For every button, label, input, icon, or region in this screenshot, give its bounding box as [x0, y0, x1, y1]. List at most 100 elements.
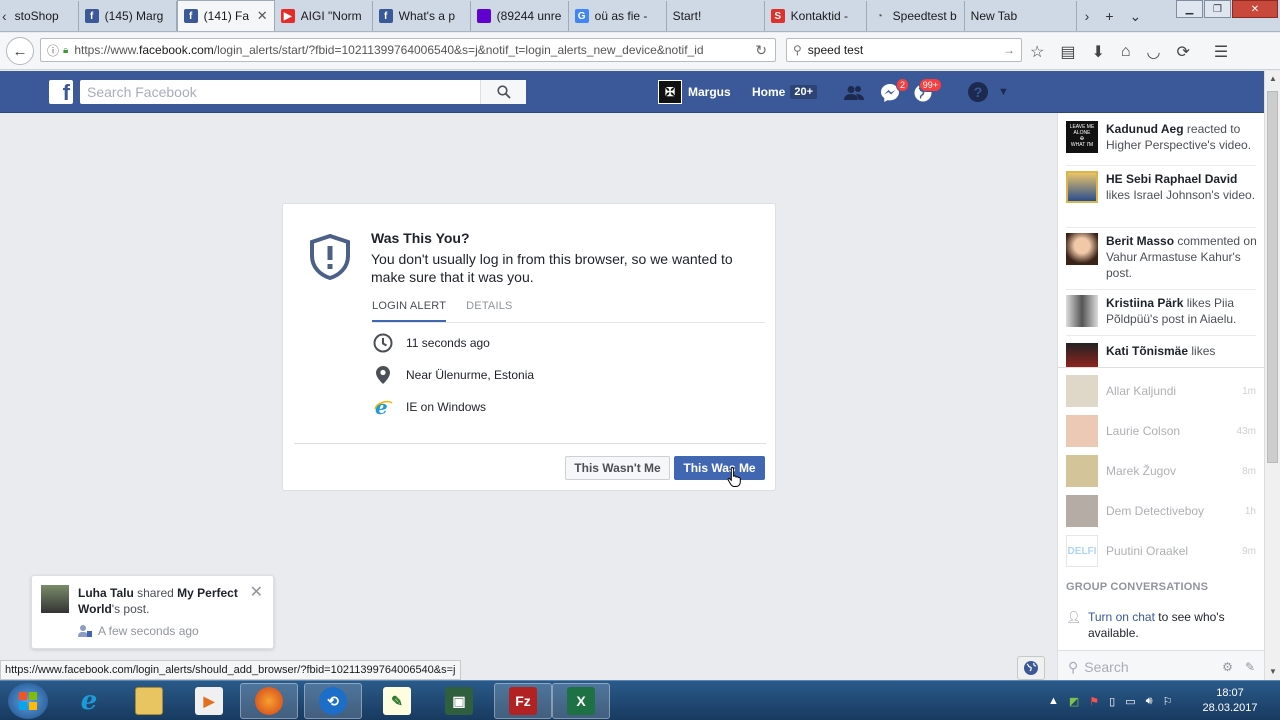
window-close-button[interactable]: ✕	[1232, 0, 1278, 18]
notification-toast[interactable]: Luha Talu shared My Perfect World's post…	[31, 575, 274, 649]
group-conversations-header: GROUP CONVERSATIONS	[1066, 581, 1209, 593]
taskbar-filezilla-icon[interactable]: Fz	[494, 683, 552, 719]
taskbar-monitor-icon[interactable]: ▣	[430, 683, 488, 719]
chat-contact[interactable]: DELFI Puutini Oraakel 9m	[1066, 535, 1256, 567]
tray-security-icon[interactable]: ⚑	[1089, 695, 1099, 708]
reload-icon[interactable]: ↻	[755, 42, 767, 59]
chat-search-input[interactable]: Search	[1084, 659, 1128, 675]
help-icon[interactable]: ?	[968, 82, 988, 102]
alert-location: Near Ülenurme, Estonia	[406, 368, 535, 382]
new-tab-button[interactable]: +	[1105, 8, 1113, 24]
back-button[interactable]: ←	[6, 37, 34, 65]
browser-tab[interactable]: Start!	[667, 1, 765, 31]
divider	[1066, 227, 1256, 228]
globe-icon[interactable]	[1017, 656, 1045, 680]
scroll-down-arrow-icon[interactable]: ▼	[1269, 667, 1277, 676]
turn-on-chat-link[interactable]: Turn on chat	[1088, 610, 1155, 624]
page-scrollbar[interactable]: ▲ ▼	[1264, 71, 1280, 683]
scroll-up-arrow-icon[interactable]: ▲	[1269, 74, 1277, 83]
chat-contact[interactable]: Dem Detectiveboy 1h	[1066, 495, 1256, 527]
taskbar-firefox-icon[interactable]	[240, 683, 298, 719]
tab-scroll-left-button[interactable]: ‹	[0, 1, 9, 31]
tab-details[interactable]: DETAILS	[466, 300, 512, 323]
browser-tab[interactable]: (89244 unre	[471, 1, 569, 31]
contact-name: Puutini Oraakel	[1106, 544, 1189, 558]
tray-expand-icon[interactable]: ▲	[1048, 695, 1059, 707]
browser-tab[interactable]: f What's a p	[373, 1, 471, 31]
browser-tab[interactable]: ▶ AIGI "Norm	[275, 1, 373, 31]
browser-tab[interactable]: stoShop	[9, 1, 79, 31]
browser-tab[interactable]: Goü as fie -	[569, 1, 667, 31]
info-icon[interactable]: ⓘ	[47, 42, 59, 59]
bookmark-star-icon[interactable]: ☆	[1030, 42, 1044, 62]
search-icon[interactable]	[480, 80, 526, 104]
account-caret-icon[interactable]: ▼	[998, 86, 1009, 98]
ticker-item[interactable]: HE Sebi Raphael David likes Israel Johns…	[1066, 171, 1262, 203]
taskbar-explorer-icon[interactable]	[120, 683, 178, 719]
tray-app-icon[interactable]: ◩	[1069, 695, 1079, 708]
tray-flag-icon[interactable]: ⚐	[1163, 695, 1173, 708]
person-icon: 👤︎	[1066, 610, 1082, 624]
browser-tab[interactable]: f (145) Marg	[79, 1, 177, 31]
notifications-globe-icon[interactable]: 99+	[912, 78, 942, 104]
compose-icon[interactable]: ✎	[1245, 660, 1255, 674]
this-wasnt-me-button[interactable]: This Wasn't Me	[565, 456, 670, 480]
browser-tab[interactable]: ◔ Speedtest b	[867, 1, 965, 31]
ticker-item[interactable]: Kati Tõnismäe likes	[1066, 343, 1262, 367]
pocket-icon[interactable]: ◡	[1147, 42, 1161, 62]
url-bar[interactable]: ⓘ 🔒︎ https://www.facebook.com/login_aler…	[40, 38, 776, 62]
facebook-logo-icon[interactable]: f	[49, 80, 73, 104]
chat-search[interactable]: ⚲ Search ⚙ ✎	[1058, 650, 1265, 683]
start-button[interactable]	[8, 683, 48, 719]
close-icon[interactable]: ✕	[250, 582, 263, 602]
chat-contact[interactable]: Marek Žugov 8m	[1066, 455, 1256, 487]
ticker-item[interactable]: Kristiina Pärk likes Piia Põldpüü's post…	[1066, 295, 1262, 327]
toast-time: A few seconds ago	[98, 624, 199, 638]
restore-button[interactable]: ❐	[1204, 0, 1231, 18]
tray-clipboard-icon[interactable]: ▯	[1109, 695, 1115, 708]
ticker-item[interactable]: Berit Masso commented on Vahur Armastuse…	[1066, 233, 1262, 281]
messages-icon[interactable]: 2	[879, 78, 909, 104]
close-tab-icon[interactable]: ✕	[251, 8, 268, 24]
browser-search-box[interactable]: ⚲ speed test →	[786, 38, 1022, 62]
taskbar-app-icon[interactable]: ⟲	[304, 683, 362, 719]
taskbar-ie-icon[interactable]: e	[60, 683, 118, 719]
profile-link[interactable]: ✠ Margus	[658, 80, 731, 104]
downloads-icon[interactable]: ⬇	[1091, 42, 1104, 62]
contact-time: 1h	[1244, 505, 1256, 517]
ticker-action: likes Israel Johnson's video.	[1106, 188, 1256, 202]
taskbar-clock[interactable]: 18:07 28.03.2017	[1196, 686, 1264, 716]
tab-scroll-right-button[interactable]: ›	[1085, 8, 1090, 24]
home-icon[interactable]: ⌂	[1121, 43, 1131, 61]
browser-navbar: ← ⓘ 🔒︎ https://www.facebook.com/login_al…	[0, 33, 1280, 70]
chat-contact[interactable]: Allar Kaljundi 1m	[1066, 375, 1256, 407]
chat-contact[interactable]: Laurie Colson 43m	[1066, 415, 1256, 447]
gear-icon[interactable]: ⚙	[1222, 660, 1233, 674]
avatar: ✠	[658, 80, 682, 104]
home-link[interactable]: Home 20+	[752, 85, 818, 99]
facebook-search[interactable]: Search Facebook	[80, 80, 526, 104]
scrollbar-thumb[interactable]	[1267, 91, 1278, 463]
tray-network-icon[interactable]: ▭	[1125, 695, 1135, 708]
reading-list-icon[interactable]: ▤	[1060, 42, 1075, 62]
browser-tab[interactable]: New Tab	[965, 1, 1077, 31]
sync-icon[interactable]: ⟳	[1177, 42, 1190, 62]
this-was-me-button[interactable]: This Was Me	[674, 456, 765, 480]
search-go-icon[interactable]: →	[1003, 43, 1015, 57]
taskbar-notepad-icon[interactable]: ✎	[368, 683, 426, 719]
alert-location-row: Near Ülenurme, Estonia	[372, 364, 534, 386]
tray-volume-icon[interactable]: 🔊︎	[1146, 695, 1153, 708]
taskbar-excel-icon[interactable]: X	[552, 683, 610, 719]
facebook-header: f Search Facebook ✠ Margus Home 20+ 2 99…	[0, 71, 1264, 113]
avatar	[1066, 171, 1098, 203]
friend-requests-icon[interactable]	[843, 82, 865, 104]
ticker-item[interactable]: LEAVE ME ALONE ✠ WHAT I'M Kadunud Aeg react…	[1066, 121, 1262, 153]
browser-tab[interactable]: S Kontaktid -	[765, 1, 867, 31]
tab-login-alert[interactable]: LOGIN ALERT	[372, 300, 447, 323]
minimize-button[interactable]: ▁	[1176, 0, 1203, 18]
browser-tab[interactable]: f (141) Fa ✕	[176, 0, 275, 31]
tab-list-button[interactable]: ⌄	[1130, 8, 1142, 25]
menu-icon[interactable]: ☰	[1214, 42, 1228, 62]
facebook-search-input[interactable]: Search Facebook	[80, 84, 480, 100]
taskbar-media-player-icon[interactable]: ▶	[180, 683, 238, 719]
